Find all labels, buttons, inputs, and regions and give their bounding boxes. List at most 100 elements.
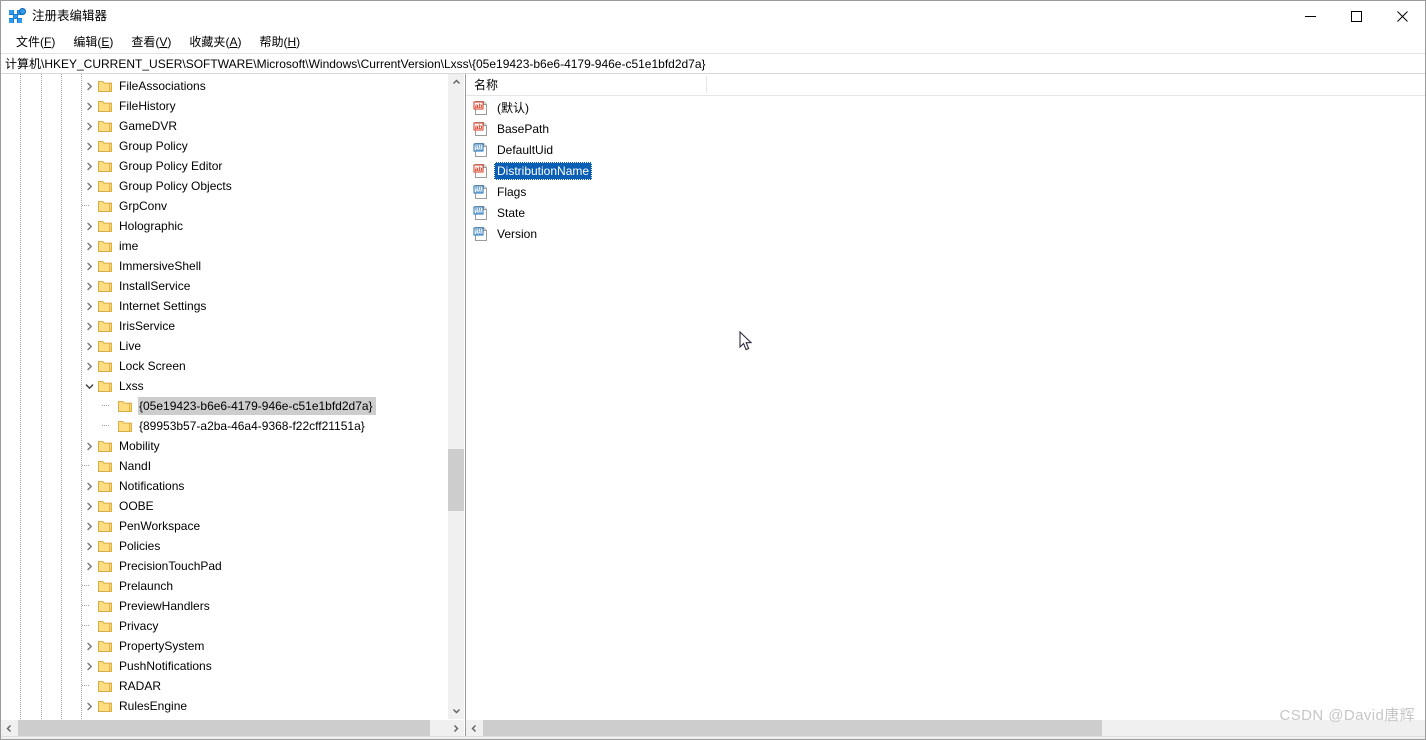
tree-item-irisservice[interactable]: IrisService [1,316,441,336]
tree-item-prelaunch[interactable]: Prelaunch [1,576,441,596]
tree-item-penworkspace[interactable]: PenWorkspace [1,516,441,536]
expand-collapse-toggle-collapsed[interactable] [81,516,97,536]
tree-item-nandi[interactable]: NandI [1,456,441,476]
tree-item-privacy[interactable]: Privacy [1,616,441,636]
value-row[interactable]: ab (默认) [466,97,1425,118]
expand-collapse-toggle-collapsed[interactable] [81,216,97,236]
expand-collapse-toggle-collapsed[interactable] [81,256,97,276]
expand-collapse-toggle-collapsed[interactable] [81,336,97,356]
column-header-name[interactable]: 名称 [466,74,706,96]
expand-collapse-toggle-collapsed[interactable] [81,136,97,156]
expand-collapse-toggle-collapsed[interactable] [81,236,97,256]
expand-collapse-toggle-collapsed[interactable] [81,496,97,516]
tree-item-pushnotifications[interactable]: PushNotifications [1,656,441,676]
tree-scroll-track[interactable] [447,91,464,702]
tree-item-previewhandlers[interactable]: PreviewHandlers [1,596,441,616]
expand-collapse-toggle-collapsed[interactable] [81,116,97,136]
expand-collapse-toggle-collapsed[interactable] [81,296,97,316]
minimize-button[interactable] [1287,1,1333,31]
tree-item-label: Group Policy [119,139,188,153]
tree-item-policies[interactable]: Policies [1,536,441,556]
tree-item-live[interactable]: Live [1,336,441,356]
address-bar[interactable]: 计算机\HKEY_CURRENT_USER\SOFTWARE\Microsoft… [1,53,1425,74]
expand-collapse-toggle-collapsed[interactable] [81,436,97,456]
expand-collapse-toggle-collapsed[interactable] [81,76,97,96]
tree-item-rulesengine[interactable]: RulesEngine [1,696,441,716]
value-horizontal-scrollbar[interactable] [466,719,1425,736]
scroll-down-button[interactable] [448,702,465,719]
tree-item-precisiontouchpad[interactable]: PrecisionTouchPad [1,556,441,576]
expand-collapse-toggle-collapsed[interactable] [81,696,97,716]
chevron-down-icon [85,383,93,389]
value-hscroll-thumb[interactable] [483,719,1102,736]
tree-item-radar[interactable]: RADAR [1,676,441,696]
expand-collapse-toggle-expanded[interactable] [81,376,97,396]
tree-horizontal-scrollbar[interactable] [1,719,464,736]
tree-item-holographic[interactable]: Holographic [1,216,441,236]
tree-item-propertysystem[interactable]: PropertySystem [1,636,441,656]
tree-item-immersiveshell[interactable]: ImmersiveShell [1,256,441,276]
tree-item-notifications[interactable]: Notifications [1,476,441,496]
column-divider[interactable] [706,76,707,93]
scroll-right-button[interactable] [447,720,464,737]
tree-item-fileassociations[interactable]: FileAssociations [1,76,441,96]
expand-collapse-toggle-collapsed[interactable] [81,636,97,656]
menu-help-text: 帮助 [259,35,284,49]
tree-item-label: PenWorkspace [119,519,201,533]
tree-item-group-policy[interactable]: Group Policy [1,136,441,156]
value-hscroll-track[interactable] [483,719,1425,736]
tree-item-gamedvr[interactable]: GameDVR [1,116,441,136]
expand-collapse-toggle-collapsed[interactable] [81,656,97,676]
tree-item-internet-settings[interactable]: Internet Settings [1,296,441,316]
expand-collapse-toggle-collapsed[interactable] [81,156,97,176]
tree-scroll-thumb[interactable] [447,449,464,511]
folder-icon [98,321,112,332]
tree-item-installservice[interactable]: InstallService [1,276,441,296]
tree-item-ime[interactable]: ime [1,236,441,256]
tree-item-grpconv[interactable]: GrpConv [1,196,441,216]
menu-file[interactable]: 文件(F) [7,31,64,53]
value-row[interactable]: ab BasePath [466,118,1425,139]
scroll-left-button[interactable] [1,720,18,737]
menu-favorites[interactable]: 收藏夹(A) [180,31,250,53]
expand-collapse-toggle-collapsed[interactable] [81,356,97,376]
folder-icon [97,558,113,574]
tree-item-mobility[interactable]: Mobility [1,436,441,456]
folder-icon [118,401,132,412]
tree-item-89953b57-a2ba-46a4-9368-f22cff21151a[interactable]: {89953b57-a2ba-46a4-9368-f22cff21151a} [1,416,441,436]
dword-value-icon: 011100 [473,205,489,221]
tree-item-group-policy-editor[interactable]: Group Policy Editor [1,156,441,176]
tree-item-05e19423-b6e6-4179-946e-c51e1bfd2d7a[interactable]: {05e19423-b6e6-4179-946e-c51e1bfd2d7a} [1,396,441,416]
expand-collapse-toggle-collapsed[interactable] [81,176,97,196]
dword-value-icon: 011100 [473,226,487,241]
value-row[interactable]: 011 100 DefaultUid [466,139,1425,160]
registry-path[interactable]: 计算机\HKEY_CURRENT_USER\SOFTWARE\Microsoft… [5,55,706,72]
tree-item-lxss[interactable]: Lxss [1,376,441,396]
tree-vertical-scrollbar[interactable] [447,74,464,719]
close-button[interactable] [1379,1,1425,31]
value-row[interactable]: 011 100 Version [466,223,1425,244]
value-scroll-left-button[interactable] [466,720,483,737]
tree-item-lock-screen[interactable]: Lock Screen [1,356,441,376]
value-row[interactable]: 011 100 State [466,202,1425,223]
maximize-button[interactable] [1333,1,1379,31]
value-row[interactable]: 011 100 Flags [466,181,1425,202]
tree-item-filehistory[interactable]: FileHistory [1,96,441,116]
menu-view[interactable]: 查看(V) [122,31,180,53]
scroll-up-button[interactable] [448,74,465,91]
svg-text:100: 100 [475,231,482,236]
expand-collapse-toggle-collapsed[interactable] [81,276,97,296]
menu-help[interactable]: 帮助(H) [250,31,309,53]
menu-edit[interactable]: 编辑(E) [64,31,122,53]
tree-hscroll-track[interactable] [18,719,447,736]
expand-collapse-toggle-collapsed[interactable] [81,316,97,336]
expand-collapse-toggle-collapsed[interactable] [81,536,97,556]
value-row[interactable]: ab DistributionName [466,160,1425,181]
tree-item-oobe[interactable]: OOBE [1,496,441,516]
tree-hscroll-thumb[interactable] [18,719,430,736]
expand-collapse-toggle-collapsed[interactable] [81,96,97,116]
expand-collapse-toggle-collapsed[interactable] [81,476,97,496]
expand-collapse-toggle-collapsed[interactable] [81,556,97,576]
tree-item-group-policy-objects[interactable]: Group Policy Objects [1,176,441,196]
